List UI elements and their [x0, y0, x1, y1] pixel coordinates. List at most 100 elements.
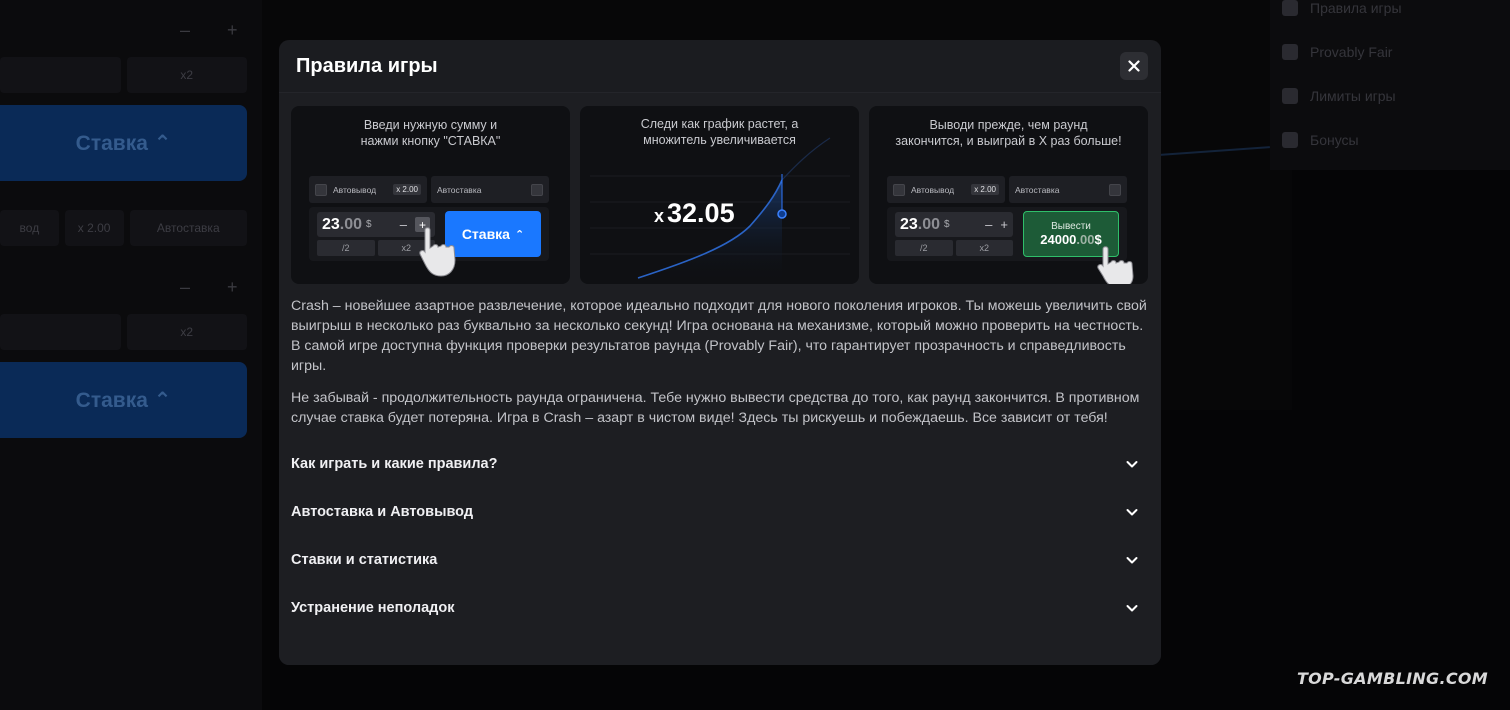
autocashout-chip: x 2.00 [971, 184, 999, 195]
amount-dec: .00 [917, 215, 941, 233]
currency: $ [366, 219, 372, 230]
bg-double-cell: x2 [126, 57, 247, 93]
document-icon [1282, 0, 1298, 16]
tutorial-card-bet: Введи нужную сумму и нажми кнопку "СТАВК… [291, 106, 570, 284]
bg-autocashout-cell: вод [0, 210, 59, 246]
auto-controls: Автовывод x 2.00 Автоставка [887, 176, 1127, 203]
faq-item-troubleshooting[interactable]: Устранение неполадок [291, 584, 1149, 632]
close-button[interactable] [1120, 52, 1148, 80]
caret-icon: ⌃ [514, 228, 525, 241]
bg-plus-minus-1: – + [180, 20, 254, 40]
faq-item-autobet[interactable]: Автоставка и Автовывод [291, 488, 1149, 536]
bg-menu-label: Provably Fair [1310, 44, 1393, 60]
autobet-label: Автоставка [437, 184, 482, 195]
faq-label: Автоставка и Автовывод [291, 504, 474, 520]
bg-half-double-row-2: x2 [0, 314, 247, 350]
minus-label: – [985, 217, 993, 232]
caption-line: Введи нужную сумму и [363, 118, 498, 132]
bg-menu-label: Бонусы [1310, 132, 1359, 148]
faq-list: Как играть и какие правила? Автоставка и… [291, 440, 1149, 632]
modal-title: Правила игры [296, 54, 438, 77]
gift-icon [1282, 132, 1298, 148]
multiplier-display: x 32.05 [654, 198, 735, 229]
bg-menu-label: Правила игры [1310, 0, 1402, 16]
half-double-row: /2 x2 [317, 240, 435, 256]
shield-icon [1282, 44, 1298, 60]
faq-label: Как играть и какие правила? [291, 456, 498, 472]
amount-box: 23 .00 $ – + [317, 212, 435, 237]
bet-controls: 23 .00 $ – + /2 x2 Вывести 24000.00$ [887, 207, 1127, 261]
auto-controls: Автовывод x 2.00 Автоставка [309, 176, 549, 203]
currency: $ [944, 219, 950, 230]
double-label: x2 [955, 240, 1013, 256]
description-paragraph: Не забывай - продолжительность раунда ог… [291, 390, 1140, 426]
rules-modal: Правила игры Введи нужную сумму и нажми … [279, 40, 1161, 665]
tutorial-card-cashout: Выводи прежде, чем раунд закончится, и в… [869, 106, 1148, 284]
bg-bet-button-2: Ставка ⌃ [0, 362, 247, 438]
faq-item-how-to-play[interactable]: Как играть и какие правила? [291, 440, 1149, 488]
autobet-box: Автоставка [1009, 176, 1127, 203]
bg-menu-label: Лимиты игры [1310, 88, 1396, 104]
bg-menu-bonuses: Бонусы [1282, 132, 1359, 148]
cashout-currency: $ [1094, 232, 1102, 247]
cashout-label: Вывести [1051, 221, 1091, 232]
checkbox [531, 183, 543, 196]
card-caption: Выводи прежде, чем раунд закончится, и в… [869, 117, 1148, 149]
multiplier-prefix: x [654, 206, 665, 226]
bg-bet-button-1: Ставка ⌃ [0, 105, 247, 181]
autocashout-label: Автовывод [911, 184, 955, 195]
half-double-row: /2 x2 [895, 240, 1013, 256]
chevron-down-icon [1126, 509, 1138, 516]
amount-int: 23 [322, 215, 340, 233]
bg-menu-provably-fair: Provably Fair [1282, 44, 1392, 60]
autocashout-label: Автовывод [333, 184, 377, 195]
limits-icon [1282, 88, 1298, 104]
autocashout-box: Автовывод x 2.00 [887, 176, 1005, 203]
pointer-hand-icon [1097, 246, 1134, 284]
minus-label: – [399, 217, 407, 232]
bg-plus-minus-2: – + [180, 277, 254, 297]
autobet-label: Автоставка [1015, 184, 1060, 195]
card-caption: Введи нужную сумму и нажми кнопку "СТАВК… [291, 117, 570, 149]
amount-dec: .00 [339, 215, 363, 233]
chevron-down-icon [1126, 461, 1138, 468]
bg-auto-row: вод x 2.00 Автоставка [0, 210, 247, 246]
faq-item-bets-stats[interactable]: Ставки и статистика [291, 536, 1149, 584]
modal-header: Правила игры [279, 40, 1161, 92]
caption-line: нажми кнопку "СТАВКА" [360, 134, 501, 148]
pointer-hand-icon [419, 227, 456, 277]
caption-line: закончится, и выиграй в X раз больше! [895, 134, 1122, 148]
bet-label: Ставка [461, 226, 510, 242]
checkbox [893, 183, 905, 196]
multiplier-value: 32.05 [667, 198, 735, 228]
bg-half-double-row-1: x2 [0, 57, 247, 93]
tutorial-card-chart: Следи как график растет, а множитель уве… [580, 106, 859, 284]
autocashout-box: Автовывод x 2.00 [309, 176, 427, 203]
checkbox [1109, 183, 1121, 196]
faq-label: Устранение неполадок [291, 600, 455, 616]
half-label: /2 [895, 240, 953, 256]
multiplier-chart [590, 137, 850, 284]
cashout-dec: .00 [1076, 232, 1095, 247]
close-icon [1128, 60, 1140, 72]
bg-autobet-cell: Автоставка [129, 210, 247, 246]
bg-half-cell [0, 57, 121, 93]
bg-half-cell [0, 314, 121, 350]
tutorial-cards: Введи нужную сумму и нажми кнопку "СТАВК… [291, 106, 1149, 284]
autocashout-chip: x 2.00 [393, 184, 421, 195]
chevron-down-icon [1126, 557, 1138, 564]
stepper: – + [985, 217, 1008, 232]
autobet-box: Автоставка [431, 176, 549, 203]
checkbox [315, 183, 327, 196]
faq-label: Ставки и статистика [291, 552, 438, 568]
chevron-down-icon [1126, 605, 1138, 612]
game-description: Crash – новейшее азартное развлечение, к… [291, 296, 1149, 428]
plus-label: + [1000, 217, 1008, 232]
modal-body: Введи нужную сумму и нажми кнопку "СТАВК… [279, 92, 1161, 665]
cashout-int: 24000 [1040, 232, 1077, 247]
description-paragraph: Crash – новейшее азартное развлечение, к… [291, 298, 1147, 374]
watermark: TOP-GAMBLING.COM [1296, 669, 1488, 688]
bg-menu-limits: Лимиты игры [1282, 88, 1396, 104]
half-label: /2 [317, 240, 375, 256]
amount-box: 23 .00 $ – + [895, 212, 1013, 237]
